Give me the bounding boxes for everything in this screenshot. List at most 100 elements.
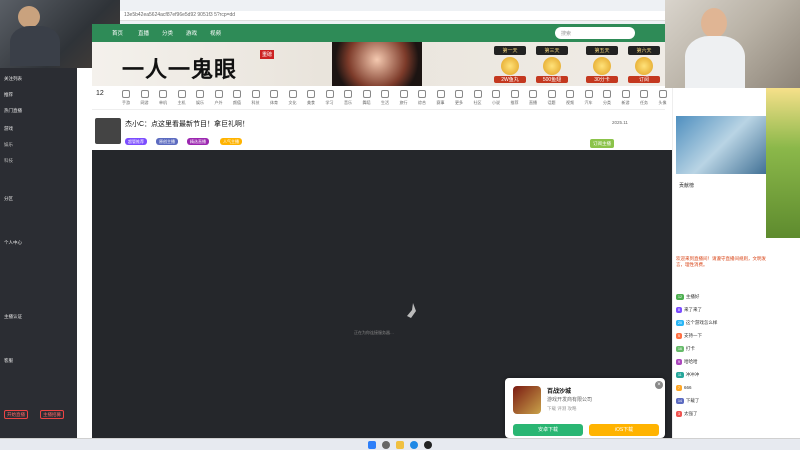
user-level-badge: 12 xyxy=(676,294,684,300)
chat-text: 666 xyxy=(683,385,692,390)
popup-meta: 下载 评测 攻略 xyxy=(547,406,577,411)
user-level-badge: 11 xyxy=(676,372,684,378)
ios-download-button[interactable]: iOS下载 xyxy=(589,424,659,436)
search-icon[interactable] xyxy=(382,441,390,449)
loading-text: 正在为你连接服务器… xyxy=(354,330,394,335)
coin-icon xyxy=(593,57,611,75)
user-level-badge: 14 xyxy=(676,398,684,404)
loading-spinner-icon xyxy=(407,303,416,318)
category-icon xyxy=(362,90,371,98)
site-header: 首页 直播 分类 游戏 视频 搜索 xyxy=(92,24,665,42)
coin-icon xyxy=(635,57,653,75)
category-strip: 12 手游 网游 单机 主机 娱乐 户外 颜值 科技 体育 文化 美食 学习 音乐 舞蹈 生活 旅行 综合 赛事更… xyxy=(92,86,667,110)
search-input[interactable]: 搜索 xyxy=(555,27,635,39)
chat-text: 来了来了 xyxy=(683,307,702,312)
category-icon xyxy=(288,90,297,98)
category-icon xyxy=(510,90,519,98)
category-icon xyxy=(455,90,463,98)
person-body xyxy=(10,26,60,66)
category-icon xyxy=(122,90,130,98)
user-level-badge: 7 xyxy=(676,385,682,391)
person-body xyxy=(685,36,745,88)
person xyxy=(701,8,727,38)
category-icon xyxy=(233,90,241,98)
nav-link[interactable]: 直播 xyxy=(138,29,149,37)
start-live-button[interactable]: 开始直播 xyxy=(4,410,28,419)
stream-meta: 2025.11 xyxy=(612,120,628,125)
sidebar-item[interactable]: 主播认证 xyxy=(4,314,22,320)
recommended-stream-preview[interactable] xyxy=(676,116,768,174)
reward-day-1[interactable]: 第一天 2W鱼丸 xyxy=(494,46,526,84)
category-icon xyxy=(344,90,352,98)
game-logo xyxy=(513,386,541,414)
category-count: 12 xyxy=(96,90,104,97)
category-icon xyxy=(492,90,500,98)
address-bar[interactable]: 13e5b42ea5624acf87ef96e5d92 9051f3 5?rcp… xyxy=(120,11,665,21)
avatar[interactable] xyxy=(95,118,121,144)
game-banner[interactable]: 一人一鬼眼 重磅 第一天 2W鱼丸 第三天 500鱼翅 第五天 30分卡 第六天 订阅 xyxy=(92,42,665,86)
stream-info: 杰小C：点这里看最新节目！拿巨礼啊！ 2025.11 超管推荐 原创主播 精选直… xyxy=(92,112,665,150)
file-explorer-icon[interactable] xyxy=(396,441,404,449)
sidebar-item[interactable]: 推荐 xyxy=(4,92,13,98)
chat-text: 打卡 xyxy=(685,346,695,351)
reward-day-6[interactable]: 第六天 订阅 xyxy=(628,46,660,84)
nav-link[interactable]: 视频 xyxy=(210,29,221,37)
subscribe-button[interactable]: 订阅主播 xyxy=(590,139,614,148)
nav-link[interactable]: 分类 xyxy=(162,29,173,37)
category-icon xyxy=(529,90,537,98)
user-level-badge: 16 xyxy=(676,346,684,352)
side-ad-banner[interactable] xyxy=(766,88,800,238)
streamer-tag: 原创主播 xyxy=(156,138,178,145)
person xyxy=(18,6,40,28)
chat-message: 12 主播好 xyxy=(676,294,699,300)
app-icon[interactable] xyxy=(424,441,432,449)
sidebar-item[interactable]: 关注列表 xyxy=(4,76,22,82)
category-icon xyxy=(603,90,611,98)
user-level-badge: 3 xyxy=(676,411,682,417)
chat-message: 11 冲冲冲 xyxy=(676,372,699,378)
chat-message: 7 666 xyxy=(676,385,691,391)
popup-title: 百战沙城 xyxy=(547,389,572,395)
nav-link[interactable]: 首页 xyxy=(112,29,123,37)
category-icon xyxy=(270,90,278,98)
category-icon xyxy=(473,90,482,98)
chat-panel: 贡献榜 欢迎来到直播间！请遵守直播间规则，文明发言，理性消费。 12 主播好 8 来了… xyxy=(672,88,768,438)
sidebar-item[interactable]: 游戏 xyxy=(4,126,13,132)
chat-text: 主播好 xyxy=(685,294,700,299)
category-icon xyxy=(621,90,630,98)
recruit-button[interactable]: 主播招募 xyxy=(40,410,64,419)
search-placeholder: 搜索 xyxy=(561,31,572,37)
stream-title: 杰小C：点这里看最新节目！拿巨礼啊！ xyxy=(125,121,250,128)
start-menu-icon[interactable] xyxy=(368,441,376,449)
android-download-button[interactable]: 安卓下载 xyxy=(513,424,583,436)
chat-notice: 欢迎来到直播间！请遵守直播间规则，文明发言，理性消费。 xyxy=(676,256,766,267)
category-item[interactable]: 头像 xyxy=(651,90,675,106)
category-icon xyxy=(251,90,260,98)
sidebar-item[interactable]: 客服 xyxy=(4,358,13,364)
banner-title: 一人一鬼眼 xyxy=(122,57,238,83)
user-level-badge: 9 xyxy=(676,359,682,365)
streamer-tag: 人气主播 xyxy=(220,138,242,145)
coin-icon xyxy=(501,57,519,75)
chat-text: 下载了 xyxy=(685,398,700,403)
chat-message: 5 支持一下 xyxy=(676,333,702,339)
sidebar-item[interactable]: 分区 xyxy=(4,196,13,202)
category-icon xyxy=(566,90,574,98)
webcam-overlay-right xyxy=(665,0,800,88)
category-icon xyxy=(159,90,167,98)
edge-browser-icon[interactable] xyxy=(410,441,418,449)
banner-character-art xyxy=(332,42,422,86)
sidebar-item[interactable]: 热门直播 xyxy=(4,108,22,114)
chat-message: 9 哈哈哈 xyxy=(676,359,697,365)
chat-text: 这个游戏怎么样 xyxy=(685,320,718,325)
sidebar-item[interactable]: 娱乐 xyxy=(4,142,13,148)
reward-day-3[interactable]: 第三天 500鱼翅 xyxy=(536,46,568,84)
close-icon[interactable]: × xyxy=(655,381,663,389)
reward-day-5[interactable]: 第五天 30分卡 xyxy=(586,46,618,84)
category-icon xyxy=(381,90,389,98)
rank-label[interactable]: 贡献榜 xyxy=(679,182,694,189)
category-icon xyxy=(140,90,149,98)
sidebar-item[interactable]: 科技 xyxy=(4,158,13,164)
sidebar-item[interactable]: 个人中心 xyxy=(4,240,22,246)
nav-link[interactable]: 游戏 xyxy=(186,29,197,37)
